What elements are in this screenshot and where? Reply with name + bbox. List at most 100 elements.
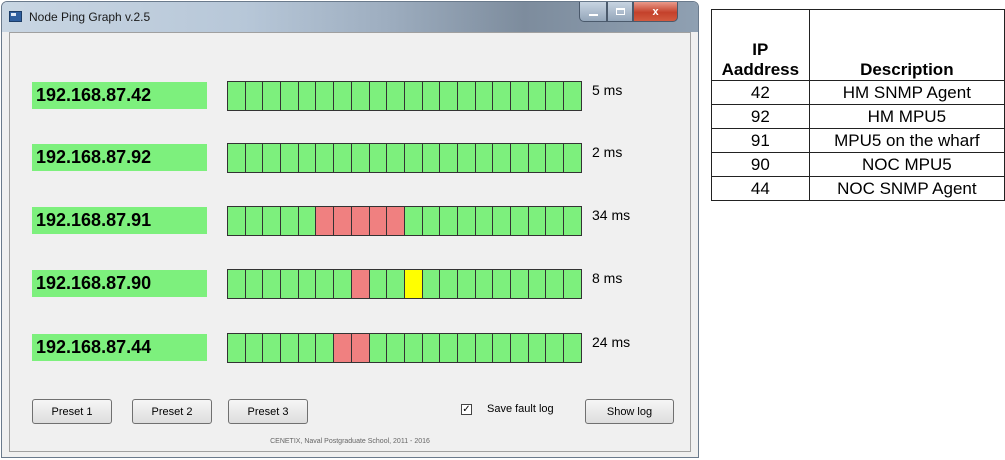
save-fault-log-toggle[interactable]: ✓ Save fault log (461, 403, 554, 415)
ping-cell-ok (511, 207, 529, 235)
ping-cell-ok (369, 82, 388, 110)
ping-cell-ok (422, 144, 441, 172)
ping-cell-ok (457, 144, 476, 172)
ping-cell-ok (457, 334, 476, 362)
ping-history-graph (227, 269, 582, 299)
maximize-icon (615, 8, 625, 15)
ping-cell-ok (564, 144, 582, 172)
ping-cell-ok (404, 144, 423, 172)
ping-cell-ok (281, 334, 299, 362)
ping-cell-bad (387, 207, 405, 235)
ping-cell-ok (457, 207, 476, 235)
ping-cell-ok (475, 144, 494, 172)
close-button[interactable]: x (633, 2, 678, 22)
description-header: Description (808, 9, 1005, 81)
show-log-button[interactable]: Show log (585, 399, 674, 424)
ping-cell-ok (422, 207, 441, 235)
ping-cell-ok (475, 270, 494, 298)
ping-cell-ok (564, 82, 582, 110)
description-cell: HM SNMP Agent (808, 80, 1005, 105)
table-row: 44 NOC SNMP Agent (711, 176, 1005, 201)
ping-cell-ok (334, 144, 352, 172)
ip-address-header: IP Aaddress (711, 9, 810, 81)
ping-cell-ok (493, 82, 511, 110)
ip-description-table: IP Aaddress Description 42 HM SNMP Agent 9… (711, 9, 1005, 201)
ping-cell-bad (351, 334, 370, 362)
ping-cell-ok (281, 270, 299, 298)
ip-suffix-cell: 44 (711, 176, 810, 201)
ping-cell-ok (387, 334, 405, 362)
latency-value: 5 ms (592, 82, 623, 98)
table-body: 42 HM SNMP Agent 92 HM MPU5 91 MPU5 on the wh… (711, 80, 1005, 201)
ping-cell-ok (528, 82, 547, 110)
ping-cell-ok (511, 144, 529, 172)
ping-cell-ok (316, 144, 335, 172)
latency-value: 24 ms (592, 334, 631, 350)
table-row: 42 HM SNMP Agent (711, 80, 1005, 105)
ping-cell-ok (564, 270, 582, 298)
ping-cell-ok (493, 144, 511, 172)
ping-cell-ok (263, 207, 282, 235)
ping-cell-ok (298, 144, 317, 172)
ping-cell-ok (245, 207, 264, 235)
ping-cell-ok (546, 334, 565, 362)
ping-cell-bad (351, 207, 370, 235)
ping-cell-ok (404, 82, 423, 110)
ip-suffix-cell: 92 (711, 104, 810, 129)
ping-cell-ok (564, 207, 582, 235)
ping-cell-ok (228, 334, 246, 362)
ping-cell-ok (316, 82, 335, 110)
minimize-button[interactable] (579, 2, 607, 22)
ping-cell-ok (351, 144, 370, 172)
ping-cell-ok (387, 82, 405, 110)
node-row: 192.168.87.91 34 ms (10, 206, 690, 236)
ip-suffix-cell: 42 (711, 80, 810, 105)
node-row: 192.168.87.44 24 ms (10, 333, 690, 363)
ping-cell-ok (440, 207, 458, 235)
node-ping-graph-window: Node Ping Graph v.2.5 x 192.168.87.42 5 m… (1, 1, 699, 458)
ping-cell-ok (493, 207, 511, 235)
ping-cell-ok (440, 82, 458, 110)
ping-cell-ok (440, 270, 458, 298)
title-bar[interactable]: Node Ping Graph v.2.5 x (2, 2, 698, 32)
ping-cell-bad (316, 207, 335, 235)
ping-cell-ok (316, 334, 335, 362)
ping-cell-ok (281, 207, 299, 235)
preset-3-button[interactable]: Preset 3 (228, 399, 308, 424)
app-icon (9, 11, 22, 22)
ip-address-header-line-1: IP (752, 40, 769, 59)
ping-cell-bad (334, 334, 352, 362)
description-cell: HM MPU5 (808, 104, 1005, 129)
ping-cell-ok (281, 82, 299, 110)
ping-cell-ok (245, 334, 264, 362)
ping-history-graph (227, 143, 582, 173)
ping-cell-bad (369, 207, 388, 235)
ping-cell-ok (457, 82, 476, 110)
ping-cell-ok (422, 270, 441, 298)
ping-cell-ok (228, 270, 246, 298)
ping-cell-ok (228, 144, 246, 172)
description-cell: NOC MPU5 (808, 152, 1005, 177)
ping-cell-ok (334, 82, 352, 110)
maximize-button[interactable] (607, 2, 633, 22)
ping-cell-ok (475, 334, 494, 362)
node-row: 192.168.87.42 5 ms (10, 81, 690, 111)
table-row: 91 MPU5 on the wharf (711, 128, 1005, 153)
table-row: 90 NOC MPU5 (711, 152, 1005, 177)
ping-cell-ok (369, 144, 388, 172)
save-fault-log-checkbox[interactable]: ✓ (461, 403, 472, 415)
ping-cell-ok (334, 270, 352, 298)
node-ip-label: 192.168.87.92 (32, 144, 207, 171)
preset-1-button[interactable]: Preset 1 (32, 399, 112, 424)
node-ip-label: 192.168.87.42 (32, 82, 207, 109)
close-icon: x (652, 5, 659, 18)
preset-2-button[interactable]: Preset 2 (132, 399, 212, 424)
client-area: 192.168.87.42 5 ms 192.168.87.92 2 ms 192.16… (9, 32, 691, 452)
ping-cell-bad (351, 270, 370, 298)
latency-value: 8 ms (592, 270, 623, 286)
ping-cell-ok (369, 334, 388, 362)
ping-cell-ok (511, 270, 529, 298)
ping-cell-ok (298, 207, 317, 235)
ping-history-graph (227, 81, 582, 111)
ping-cell-ok (475, 207, 494, 235)
